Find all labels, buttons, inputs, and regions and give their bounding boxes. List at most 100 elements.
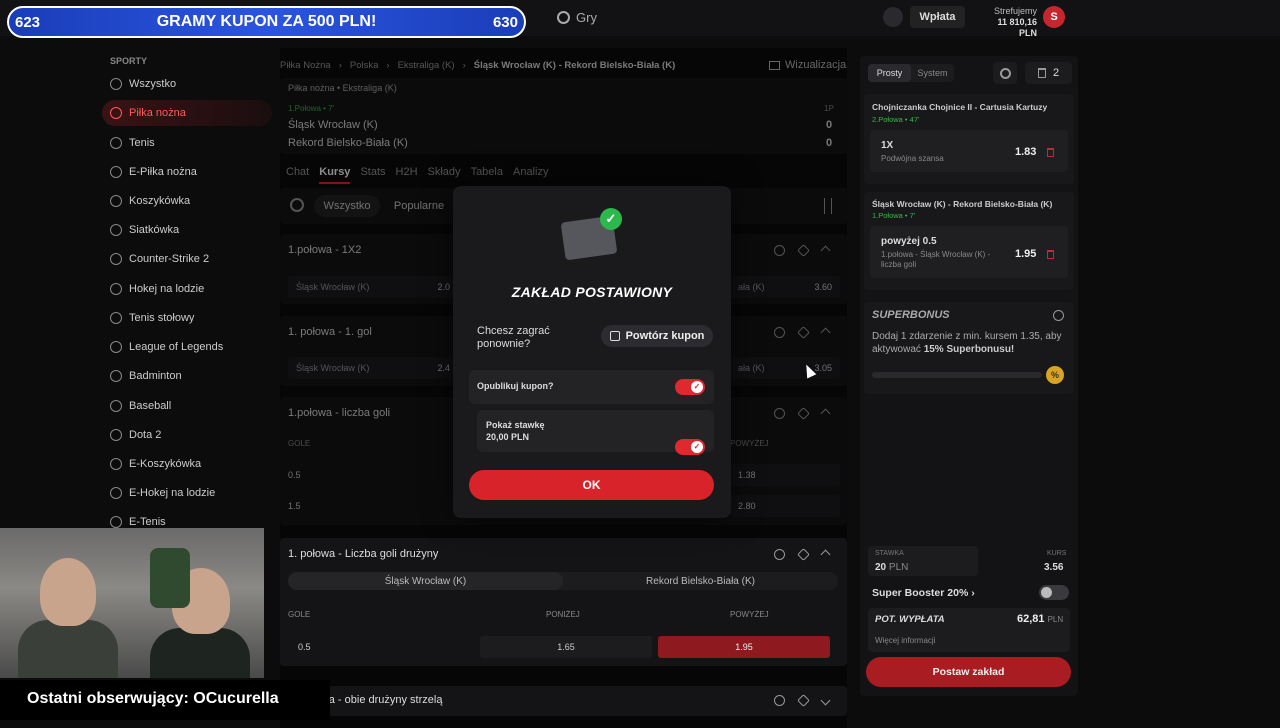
ok-button[interactable]: OK (469, 470, 714, 500)
bet-description: Podwójna szansa (881, 154, 944, 163)
booster-toggle[interactable] (1039, 585, 1069, 600)
superbonus-progress (872, 372, 1042, 378)
payout-label: POT. WYPŁATA (875, 614, 945, 625)
odds-label: KURS (1047, 550, 1067, 557)
sidebar-item[interactable]: Dota 2 (110, 422, 161, 448)
ebasketball-icon (110, 458, 122, 470)
bet-odd: 1.95 (1015, 248, 1037, 260)
checkmark-icon: ✓ (600, 208, 622, 230)
trash-icon (1037, 68, 1046, 78)
team-switch: Śląsk Wrocław (K) Rekord Bielsko-Biała (… (288, 572, 838, 590)
sidebar-item[interactable]: League of Legends (110, 334, 223, 360)
chart-icon (110, 78, 122, 90)
baseball-icon (110, 400, 122, 412)
sidebar-item-label: Hokej na lodzie (129, 283, 205, 295)
sidebar-item[interactable]: Wszystko (110, 71, 176, 97)
publish-label: Opublikuj kupon? (477, 381, 554, 391)
repeat-coupon-button[interactable]: Powtórz kupon (601, 325, 713, 347)
avatar[interactable]: S (1043, 6, 1065, 28)
modal-title: ZAKŁAD POSTAWIONY (511, 284, 673, 300)
column-over: POWYŻEJ (730, 610, 769, 619)
place-bet-button[interactable]: Postaw zakład (866, 657, 1071, 687)
games-icon (557, 11, 570, 24)
sidebar-item-label: E-Piłka nożna (129, 166, 197, 178)
deposit-button[interactable]: Wpłata (910, 6, 965, 28)
esoccer-icon (110, 166, 122, 178)
remove-bet-icon[interactable] (1047, 250, 1054, 259)
superbonus-title: SUPERBONUS (872, 309, 950, 321)
info-icon[interactable] (774, 549, 785, 560)
market-actions (774, 694, 831, 707)
bet-event: Śląsk Wrocław (K) - Rekord Bielsko-Biała… (872, 199, 1053, 209)
sidebar-item-label: Dota 2 (129, 429, 162, 441)
super-booster-label[interactable]: Super Booster 20% › (872, 587, 975, 599)
sidebar-item[interactable]: Tenis stołowy (110, 305, 194, 331)
show-stake-value: 20,00 PLN (486, 432, 530, 442)
info-icon[interactable] (1053, 310, 1064, 321)
superbonus-text-bold: 15% Superbonusu! (923, 344, 1015, 355)
star-icon[interactable] (797, 694, 810, 707)
banner-right-count: 630 (492, 13, 518, 31)
more-info-link[interactable]: Więcej informacji (875, 636, 935, 645)
stake-label: STAWKA (875, 550, 904, 557)
etennis-icon (110, 516, 122, 528)
sidebar-heading: SPORTY (110, 56, 148, 66)
account-name: Strefujemy (993, 6, 1037, 16)
sidebar-item-label: Piłka nożna (129, 107, 186, 119)
account-balance: 11 810,16 PLN (997, 17, 1037, 38)
bet-phase: 1.Połowa • 7' (872, 211, 916, 220)
games-link[interactable]: Gry (557, 10, 597, 25)
sidebar-item[interactable]: E-Koszykówka (110, 451, 201, 477)
sidebar-item[interactable]: Baseball (110, 393, 171, 419)
sidebar-item-label: Counter-Strike 2 (129, 253, 210, 265)
soccer-ball-icon (110, 107, 122, 119)
chevron-up-icon[interactable] (820, 549, 831, 560)
odd-button-selected[interactable]: 1.95 (658, 636, 830, 658)
betslip-type-switch: Prosty System (868, 64, 954, 82)
settings-button[interactable] (993, 62, 1017, 84)
market-title: 1. połowa - Liczba goli drużyny (288, 548, 439, 560)
account-info[interactable]: Strefujemy 11 810,16 PLN (980, 6, 1037, 39)
sidebar-item[interactable]: Badminton (110, 363, 182, 389)
stake-currency: PLN (888, 562, 909, 573)
bet-pick: powyżej 0.5 (881, 236, 937, 247)
sidebar-item[interactable]: Tenis (110, 130, 155, 156)
show-stake-toggle[interactable] (675, 439, 705, 455)
sidebar-item-label: Wszystko (129, 78, 177, 90)
play-again-question: Chcesz zagrać ponownie? (477, 325, 550, 350)
superbonus-text: Dodaj 1 zdarzenie z min. kursem 1.35, ab… (872, 330, 1068, 356)
chevron-down-icon[interactable] (820, 695, 831, 706)
tab-single[interactable]: Prosty (868, 64, 911, 82)
tab-system[interactable]: System (911, 64, 954, 82)
show-stake-label: Pokaż stawkę (486, 420, 545, 430)
star-icon[interactable] (797, 548, 810, 561)
sidebar-item[interactable]: Koszykówka (110, 188, 190, 214)
sidebar-item[interactable]: Hokej na lodzie (110, 276, 204, 302)
stream-banner: 623 GRAMY KUPON ZA 500 PLN! 630 (7, 6, 526, 38)
sidebar-item[interactable]: E-Piłka nożna (110, 159, 197, 185)
hockey-icon (110, 283, 122, 295)
tennis-ball-icon (110, 137, 122, 149)
odd-value: 1.65 (557, 642, 575, 652)
sidebar-item-label: Tenis stołowy (129, 312, 195, 324)
last-follower: Ostatni obserwujący: OCucurella (27, 690, 279, 707)
team-b-tab[interactable]: Rekord Bielsko-Biała (K) (563, 572, 838, 590)
stake-amount: 20 (875, 562, 887, 573)
banner-left-count: 623 (15, 13, 41, 31)
publish-toggle[interactable] (675, 379, 705, 395)
sidebar-item-label: League of Legends (129, 341, 224, 353)
team-a-tab[interactable]: Śląsk Wrocław (K) (288, 572, 563, 590)
total-odds: 3.56 (1044, 562, 1064, 573)
sidebar-item[interactable]: Counter-Strike 2 (110, 246, 209, 272)
sidebar-item[interactable]: E-Hokej na lodzie (110, 480, 215, 506)
sidebar-item-label: Koszykówka (129, 195, 191, 207)
remove-bet-icon[interactable] (1047, 148, 1054, 157)
sidebar-item[interactable]: Piłka nożna (102, 100, 272, 126)
sidebar-item-label: Baseball (129, 400, 172, 412)
bet-phase: 2.Połowa • 47' (872, 115, 920, 124)
odd-button[interactable]: 1.65 (480, 636, 652, 658)
search-icon[interactable] (883, 7, 903, 27)
info-icon[interactable] (774, 695, 785, 706)
clear-betslip-button[interactable]: 2 (1025, 62, 1072, 84)
sidebar-item[interactable]: Siatkówka (110, 217, 179, 243)
